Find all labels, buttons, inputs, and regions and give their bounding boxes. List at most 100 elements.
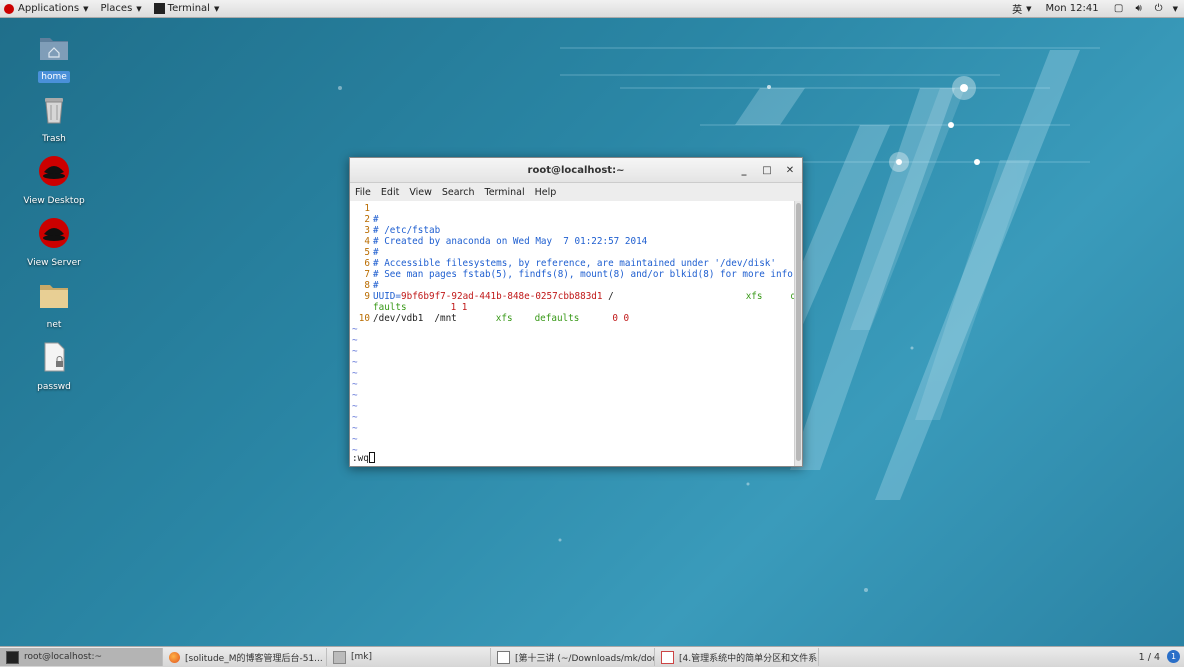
line-number: 8	[364, 280, 370, 291]
line-text: # Accessible filesystems, by reference, …	[373, 258, 776, 269]
vim-line: 8 #	[350, 280, 795, 291]
line-text: #	[373, 280, 379, 291]
mount-options: faults	[373, 302, 407, 313]
empty-line-marker: ~	[352, 390, 358, 401]
terminal-app-label: Terminal	[167, 3, 210, 14]
empty-line-marker: ~	[352, 346, 358, 357]
vim-command: :wq	[352, 453, 369, 464]
line-text: # /etc/fstab	[373, 225, 441, 236]
text-editor-icon	[497, 650, 510, 664]
empty-line-marker: ~	[352, 434, 358, 445]
scrollbar-thumb[interactable]	[796, 203, 801, 461]
display-icon[interactable]: ▢	[1113, 3, 1125, 15]
folder-icon	[37, 278, 71, 312]
vim-line: 5 #	[350, 247, 795, 258]
menu-file[interactable]: File	[350, 187, 376, 198]
line-number: 4	[364, 236, 370, 247]
line-number: 2	[364, 214, 370, 225]
desktop-icon-trash[interactable]: Trash	[14, 92, 94, 145]
desktop-icon-view-desktop[interactable]: View Desktop	[14, 154, 94, 207]
task-text-editor[interactable]: [第十三讲 (~/Downloads/mk/doc/...	[491, 648, 655, 666]
maximize-button[interactable]: □	[759, 162, 775, 178]
line-number: 10	[358, 313, 370, 324]
chevron-down-icon[interactable]: ▼	[1173, 5, 1178, 13]
fs-type: xfs	[745, 291, 763, 302]
applications-menu[interactable]: Applications ▼	[0, 0, 92, 17]
empty-line-marker: ~	[352, 379, 358, 390]
task-document-viewer[interactable]: [4.管理系统中的简单分区和文件系...	[655, 648, 819, 666]
desktop-icon-home[interactable]: home	[14, 30, 94, 83]
terminal-menubar: File Edit View Search Terminal Help	[350, 183, 802, 202]
empty-line-marker: ~	[352, 324, 358, 335]
top-panel: Applications ▼ Places ▼ Terminal ▼ 英 ▼ M…	[0, 0, 1184, 18]
desktop-icon-label: View Server	[27, 258, 81, 268]
desktop-icon-net[interactable]: net	[14, 278, 94, 331]
terminal-icon	[153, 3, 165, 14]
places-menu[interactable]: Places ▼	[96, 0, 145, 17]
line-number: 5	[364, 247, 370, 258]
menu-edit[interactable]: Edit	[376, 187, 404, 198]
menu-help[interactable]: Help	[530, 187, 562, 198]
chevron-down-icon: ▼	[83, 4, 89, 13]
vim-line: 10/dev/vdb1/mnt xfs defaults 0 0	[350, 313, 795, 324]
line-text: # See man pages fstab(5), findfs(8), mou…	[373, 269, 793, 280]
desktop-icon-view-server[interactable]: View Server	[14, 216, 94, 269]
applications-label: Applications	[18, 3, 80, 14]
chevron-down-icon: ▼	[213, 4, 220, 13]
bottom-taskbar: root@localhost:~ [solitude_M的博客管理后台-51..…	[0, 646, 1184, 667]
empty-line-marker: ~	[352, 445, 358, 456]
empty-line-marker: ~	[352, 357, 358, 368]
menu-view[interactable]: View	[404, 187, 437, 198]
power-icon[interactable]: ⏻	[1153, 3, 1165, 15]
empty-line-marker: ~	[352, 368, 358, 379]
empty-line-marker: ~	[352, 335, 358, 346]
vim-line: 1	[350, 203, 795, 214]
file-manager-icon	[333, 650, 346, 664]
task-firefox[interactable]: [solitude_M的博客管理后台-51...	[163, 648, 327, 666]
task-label: root@localhost:~	[24, 652, 103, 662]
window-titlebar[interactable]: root@localhost:~ _ □ ✕	[350, 158, 802, 183]
text-cursor	[368, 452, 375, 463]
menu-search[interactable]: Search	[437, 187, 480, 198]
uuid-value: 9bf6b9f7-92ad-441b-848e-0257cbb883d1	[401, 291, 603, 302]
task-file-manager[interactable]: [mk]	[327, 648, 491, 666]
minimize-button[interactable]: _	[736, 162, 752, 178]
vim-line-wrap: faults 1 1	[350, 302, 795, 313]
line-text: # Created by anaconda on Wed May 7 01:22…	[373, 236, 648, 247]
clock[interactable]: Mon 12:41	[1042, 0, 1103, 17]
notification-icon[interactable]: 1	[1167, 650, 1180, 663]
window-title: root@localhost:~	[527, 164, 625, 176]
chevron-down-icon: ▼	[1026, 4, 1032, 13]
line-number: 3	[364, 225, 370, 236]
line-number: 7	[364, 269, 370, 280]
task-terminal[interactable]: root@localhost:~	[0, 648, 163, 666]
menu-terminal[interactable]: Terminal	[480, 187, 530, 198]
mount-options: defaults	[534, 313, 580, 324]
clock-label: Mon 12:41	[1045, 3, 1099, 14]
task-label: [第十三讲 (~/Downloads/mk/doc/...	[515, 653, 655, 664]
volume-icon[interactable]: 🔊︎	[1133, 3, 1145, 15]
desktop-icon-label: passwd	[37, 382, 71, 392]
redhat-icon	[37, 216, 71, 250]
uuid-key: UUID=	[373, 291, 401, 302]
terminal-window[interactable]: root@localhost:~ _ □ ✕ File Edit View Se…	[349, 157, 803, 467]
redhat-icon	[4, 3, 14, 14]
vim-line: 2 #	[350, 214, 795, 225]
desktop-icon-passwd[interactable]: passwd	[14, 340, 94, 393]
line-text: #	[373, 214, 379, 225]
close-button[interactable]: ✕	[782, 162, 798, 178]
desktop-icon-label: Trash	[42, 134, 66, 144]
terminal-app-menu[interactable]: Terminal ▼	[150, 0, 224, 17]
desktop-icon-label: View Desktop	[23, 196, 85, 206]
vim-line: 6 # Accessible filesystems, by reference,…	[350, 258, 795, 269]
vim-command-line[interactable]: :wq	[352, 452, 375, 464]
task-label: [4.管理系统中的简单分区和文件系...	[679, 653, 819, 664]
terminal-content[interactable]: 1 2 # 3 # /etc/fstab 4 # Created by anacond…	[350, 201, 795, 466]
workspace-switcher[interactable]: 1 / 4	[1139, 647, 1160, 667]
input-method-indicator[interactable]: 英 ▼	[1008, 0, 1035, 17]
trash-icon	[37, 92, 71, 126]
workspace-label: 1 / 4	[1138, 651, 1160, 663]
scrollbar[interactable]	[794, 201, 802, 466]
mount-point: /	[602, 291, 614, 302]
places-label: Places	[100, 3, 133, 14]
